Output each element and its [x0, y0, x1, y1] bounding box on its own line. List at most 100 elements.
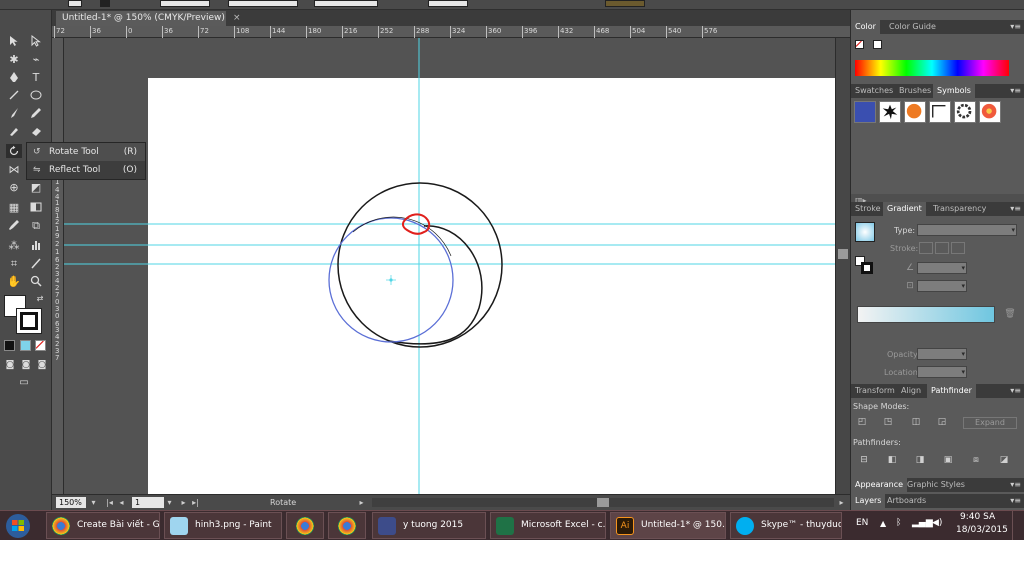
type-tool-icon[interactable]: T	[28, 70, 44, 84]
location-field[interactable]: ▾	[917, 366, 967, 378]
outline-icon[interactable]: ⧈	[969, 454, 983, 466]
divide-icon[interactable]: ⊟	[857, 454, 871, 466]
gradient-stroke-mini[interactable]	[861, 262, 873, 274]
eraser-tool-icon[interactable]	[28, 124, 44, 138]
tab-artboards[interactable]: Artboards	[883, 494, 930, 508]
tab-gradient[interactable]: Gradient	[883, 202, 926, 216]
gradient-slider[interactable]	[857, 306, 995, 323]
draw-normal-icon[interactable]: ◙	[2, 358, 18, 372]
clock-date[interactable]: 18/03/2015	[956, 525, 1008, 535]
column-graph-tool-icon[interactable]	[28, 238, 44, 252]
next-artboard-icon[interactable]: ▸	[178, 497, 189, 508]
zoom-dropdown-icon[interactable]: ▾	[88, 497, 99, 508]
panel-menu-icon[interactable]: ▾≡	[1010, 384, 1021, 398]
draw-inside-icon[interactable]: ◙	[34, 358, 50, 372]
zoom-field[interactable]: 150%	[56, 497, 86, 508]
gradient-aspect-field[interactable]: ▾	[917, 280, 967, 292]
artboard-number-field[interactable]: 1	[132, 497, 164, 508]
opacity-field[interactable]: ▾	[917, 348, 967, 360]
paintbrush-tool-icon[interactable]	[6, 106, 22, 120]
bluetooth-icon[interactable]: ᛒ	[896, 518, 901, 528]
horizontal-scroll-thumb[interactable]	[597, 498, 609, 507]
color-spectrum[interactable]	[855, 60, 1009, 76]
style-field[interactable]	[605, 0, 645, 7]
panel-menu-icon[interactable]: ▾≡	[1010, 84, 1021, 98]
minus-back-icon[interactable]: ◪	[997, 454, 1011, 466]
scroll-right-icon[interactable]: ▸	[836, 497, 847, 508]
language-indicator[interactable]: EN	[856, 518, 868, 528]
trim-icon[interactable]: ◧	[885, 454, 899, 466]
stroke-along-button[interactable]	[935, 242, 949, 254]
symbol-ring[interactable]	[954, 101, 976, 123]
delete-stop-icon[interactable]: 🗑	[1003, 308, 1017, 320]
symbol-flower[interactable]	[979, 101, 1001, 123]
slice-tool-icon[interactable]	[28, 256, 44, 270]
vertical-scroll-thumb[interactable]	[838, 249, 848, 259]
live-paint-tool-icon[interactable]: ◩	[28, 180, 44, 194]
tab-stroke[interactable]: Stroke	[851, 202, 885, 216]
color-mode-button[interactable]	[4, 340, 15, 351]
rotate-tool-icon[interactable]	[6, 144, 22, 158]
merge-icon[interactable]: ◨	[913, 454, 927, 466]
tab-transform[interactable]: Transform	[851, 384, 899, 398]
vertical-ruler[interactable]: 14418121921623427030634237	[52, 38, 64, 494]
gradient-mode-button[interactable]	[20, 340, 31, 351]
perspective-grid-tool-icon[interactable]: ▦	[6, 200, 22, 214]
variable-width-field[interactable]	[228, 0, 298, 7]
flyout-item-rotate[interactable]: ↺ Rotate Tool (R)	[27, 143, 145, 161]
eyedropper-tool-icon[interactable]	[6, 218, 22, 232]
symbol-splatter[interactable]	[879, 101, 901, 123]
exclude-icon[interactable]: ◲	[935, 416, 949, 428]
panel-menu-icon[interactable]: ▾≡	[1010, 494, 1021, 508]
panel-menu-icon[interactable]: ▾≡	[1010, 478, 1021, 492]
lasso-tool-icon[interactable]: ⌁	[28, 52, 44, 66]
panel-menu-icon[interactable]: ▾≡	[1010, 202, 1021, 216]
vertical-scrollbar[interactable]	[835, 38, 850, 494]
show-desktop-button[interactable]	[1012, 511, 1022, 540]
gradient-type-select[interactable]: ▾	[917, 224, 1017, 236]
selection-tool-icon[interactable]	[6, 34, 22, 48]
taskbar-item-excel[interactable]: Microsoft Excel - c...	[490, 512, 606, 539]
close-tab-icon[interactable]: ×	[233, 13, 241, 23]
taskbar-item-paint[interactable]: hinh3.png - Paint	[164, 512, 282, 539]
unite-icon[interactable]: ◰	[855, 416, 869, 428]
tab-align[interactable]: Align	[897, 384, 925, 398]
document-tab[interactable]: Untitled-1* @ 150% (CMYK/Preview) ×	[56, 11, 240, 26]
width-tool-icon[interactable]: ⋈	[6, 162, 22, 176]
gradient-tool-icon[interactable]	[28, 200, 44, 214]
crop-icon[interactable]: ▣	[941, 454, 955, 466]
last-artboard-icon[interactable]: ▸|	[190, 497, 201, 508]
show-hidden-icons-icon[interactable]: ▲	[880, 519, 886, 528]
screen-mode-icon[interactable]: ▭	[16, 376, 32, 390]
panel-menu-icon[interactable]: ▾≡	[1010, 20, 1021, 34]
stroke-weight-field[interactable]	[160, 0, 210, 7]
crescent-outline[interactable]	[388, 225, 483, 345]
taskbar-item-chrome[interactable]: Create Bài viết - G...	[46, 512, 160, 539]
taskbar-item-folder[interactable]: y tuong 2015	[372, 512, 486, 539]
blob-brush-tool-icon[interactable]	[6, 124, 22, 138]
flyout-item-reflect[interactable]: ⇋ Reflect Tool (O)	[27, 161, 145, 179]
prev-artboard-icon[interactable]: ◂	[116, 497, 127, 508]
symbol-blue-bar[interactable]	[854, 101, 876, 123]
stroke-across-button[interactable]	[951, 242, 965, 254]
tab-graphic-styles[interactable]: Graphic Styles	[903, 478, 969, 492]
artboard-tool-icon[interactable]: ⌗	[6, 256, 22, 270]
status-menu-icon[interactable]: ▸	[356, 497, 367, 508]
fill-swatch-mini[interactable]	[68, 0, 82, 7]
zoom-tool-icon[interactable]	[28, 274, 44, 288]
stroke-swatch-mini[interactable]	[100, 0, 110, 7]
taskbar-item-chrome-3[interactable]	[328, 512, 366, 539]
taskbar-item-skype[interactable]: Skype™ - thuyduo...	[730, 512, 842, 539]
line-tool-icon[interactable]	[6, 88, 22, 102]
tab-pathfinder[interactable]: Pathfinder	[927, 384, 976, 398]
none-color-swatch[interactable]	[855, 40, 864, 49]
tab-brushes[interactable]: Brushes	[895, 84, 935, 98]
shape-builder-tool-icon[interactable]: ⊕	[6, 180, 22, 194]
taskbar-item-illustrator[interactable]: Ai Untitled-1* @ 150...	[610, 512, 726, 539]
network-icon[interactable]: ▂▄▆	[912, 518, 933, 528]
tab-color[interactable]: Color	[851, 20, 880, 34]
tab-transparency[interactable]: Transparency	[929, 202, 990, 216]
blend-tool-icon[interactable]: ⧉	[28, 218, 44, 232]
tab-symbols[interactable]: Symbols	[933, 84, 975, 98]
opacity-field[interactable]	[428, 0, 468, 7]
